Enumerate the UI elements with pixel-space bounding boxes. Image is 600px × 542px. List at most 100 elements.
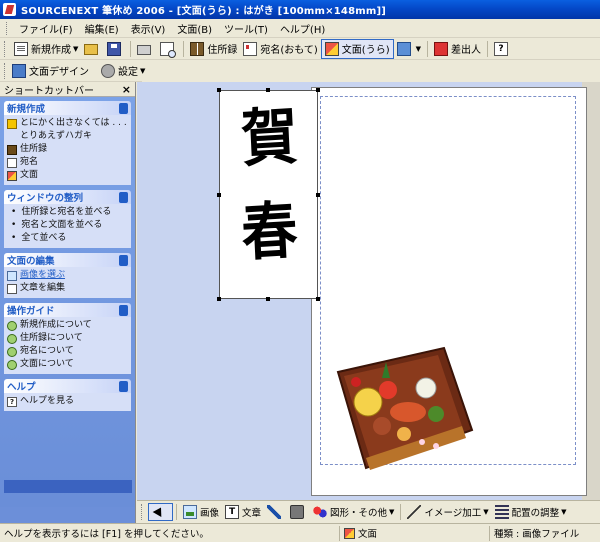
menu-help[interactable]: ヘルプ(H)	[274, 21, 331, 36]
stamp-tool-button[interactable]	[287, 503, 310, 521]
chevron-down-icon[interactable]: ▼	[389, 508, 394, 516]
open-button[interactable]	[81, 39, 104, 59]
list-item[interactable]: 宛名	[7, 156, 128, 169]
sender-button[interactable]: 差出人	[431, 39, 484, 59]
align-button[interactable]: 配置の調整 ▼	[492, 503, 570, 521]
help-button[interactable]: ?	[491, 39, 514, 59]
menu-tools[interactable]: ツール(T)	[218, 21, 274, 36]
panel-body: 画像を選ぶ 文章を編集	[4, 267, 131, 298]
list-item[interactable]: 新規作成について	[7, 319, 128, 332]
list-item[interactable]: 文章を編集	[7, 282, 128, 295]
image-icon	[7, 270, 17, 281]
print-button[interactable]	[134, 39, 157, 59]
resize-handle[interactable]	[316, 88, 320, 92]
panel-message-edit: 文面の編集 画像を選ぶ 文章を編集	[4, 253, 131, 298]
flower-decoration	[433, 443, 439, 449]
save-button[interactable]	[104, 39, 127, 59]
list-item[interactable]: 文面	[7, 169, 128, 182]
image-tool-button[interactable]: 画像	[180, 503, 222, 521]
food-fish	[390, 402, 426, 422]
app-icon[interactable]	[3, 3, 16, 16]
address-book-button[interactable]: 住所録	[187, 39, 240, 59]
settings-button[interactable]: 設定 ▼	[98, 61, 148, 81]
guide-icon	[7, 333, 17, 344]
chevron-down-icon[interactable]: ▼	[561, 508, 566, 516]
list-item-label: 画像を選ぶ	[20, 270, 66, 280]
toolbar-grip[interactable]	[141, 503, 144, 520]
food-kamaboko	[415, 377, 437, 399]
collapse-icon[interactable]	[119, 304, 128, 316]
resize-handle[interactable]	[217, 297, 221, 301]
list-item[interactable]: 住所録について	[7, 332, 128, 345]
menu-message[interactable]: 文面(B)	[171, 21, 218, 36]
print-preview-button[interactable]	[157, 39, 180, 59]
pen-tool-button[interactable]	[264, 503, 287, 521]
panel-header[interactable]: ヘルプ	[4, 379, 131, 393]
status-mode-label: 文面	[358, 529, 378, 540]
title-bar[interactable]: SOURCENEXT 筆休め 2006 - [文面(うら) : はがき [100…	[0, 0, 600, 19]
panel-header[interactable]: 文面の編集	[4, 253, 131, 267]
list-item[interactable]: 宛名について	[7, 345, 128, 358]
design-button[interactable]: 文面デザイン	[9, 61, 92, 81]
collapse-icon[interactable]	[119, 380, 128, 392]
text-tool-button[interactable]: T 文章	[222, 503, 264, 521]
menu-bar: ファイル(F) 編集(E) 表示(V) 文面(B) ツール(T) ヘルプ(H)	[0, 19, 600, 38]
panel-body: 新規作成について 住所録について 宛名について 文面について	[4, 317, 131, 374]
list-item[interactable]: • 宛名と文面を並べる	[7, 219, 128, 232]
message-icon	[344, 527, 355, 539]
menu-edit[interactable]: 編集(E)	[79, 21, 125, 36]
list-item[interactable]: 住所録	[7, 143, 128, 156]
osechi-illustration[interactable]	[326, 342, 476, 472]
panel-header[interactable]: 操作ガイド	[4, 303, 131, 317]
address-front-button[interactable]: 宛名(おもて)	[240, 39, 320, 59]
sidebar-footer-band	[4, 480, 132, 493]
list-item-label: 新規作成について	[20, 320, 92, 330]
list-item-label: ヘルプを見る	[20, 396, 75, 406]
list-item[interactable]: • 住所録と宛名を並べる	[7, 206, 128, 219]
shortcut-bar: ショートカットバー × 新規作成 とにかく出さなくては . . . とりあえずハ…	[0, 82, 136, 523]
image-icon	[183, 504, 197, 519]
panel-header[interactable]: ウィンドウの整列	[4, 190, 131, 204]
panel-header[interactable]: 新規作成	[4, 101, 131, 115]
image-effect-button[interactable]: イメージ加工 ▼	[404, 503, 491, 521]
list-item[interactable]: 画像を選ぶ	[7, 269, 128, 282]
list-item[interactable]: 文面について	[7, 358, 128, 371]
stamp-icon	[290, 504, 305, 519]
list-item[interactable]: • 全て並べる	[7, 232, 128, 245]
close-icon[interactable]: ×	[122, 83, 131, 96]
toolbar-grip[interactable]	[4, 62, 5, 79]
bullet-icon: •	[11, 233, 17, 243]
chevron-down-icon[interactable]: ▼	[73, 45, 78, 53]
collapse-icon[interactable]	[119, 254, 128, 266]
magic-wand-icon	[407, 504, 422, 519]
collapse-icon[interactable]	[119, 191, 128, 203]
collapse-icon[interactable]	[119, 102, 128, 114]
resize-handle[interactable]	[266, 88, 270, 92]
guide-icon	[7, 346, 17, 357]
list-item-label: 宛名について	[20, 346, 74, 356]
list-item[interactable]: とりあえずハガキ	[7, 130, 128, 143]
menu-file[interactable]: ファイル(F)	[13, 21, 79, 36]
layout-button[interactable]: ▼	[394, 39, 424, 59]
menu-grip[interactable]	[6, 21, 9, 35]
new-button[interactable]: 新規作成 ▼	[11, 39, 81, 59]
menu-view[interactable]: 表示(V)	[125, 21, 172, 36]
resize-handle[interactable]	[217, 193, 221, 197]
secondary-toolbar: 文面デザイン 設定 ▼	[0, 60, 145, 82]
toolbar-grip[interactable]	[4, 40, 7, 57]
food-greens	[428, 406, 444, 422]
resize-handle[interactable]	[316, 297, 320, 301]
chevron-down-icon[interactable]: ▼	[483, 508, 488, 516]
select-tool-button[interactable]	[148, 502, 173, 521]
resize-handle[interactable]	[316, 193, 320, 197]
resize-handle[interactable]	[266, 297, 270, 301]
shapes-tool-button[interactable]: 図形・その他 ▼	[310, 503, 397, 521]
list-item[interactable]: とにかく出さなくては . . .	[7, 117, 128, 130]
list-item[interactable]: ? ヘルプを見る	[7, 395, 128, 408]
resize-handle[interactable]	[217, 88, 221, 92]
chevron-down-icon[interactable]: ▼	[140, 67, 145, 75]
calligraphy-image[interactable]: 賀 春	[219, 90, 318, 299]
chevron-down-icon[interactable]: ▼	[416, 45, 421, 53]
message-back-button[interactable]: 文面(うら)	[320, 38, 394, 59]
food-shrimp	[379, 381, 397, 399]
